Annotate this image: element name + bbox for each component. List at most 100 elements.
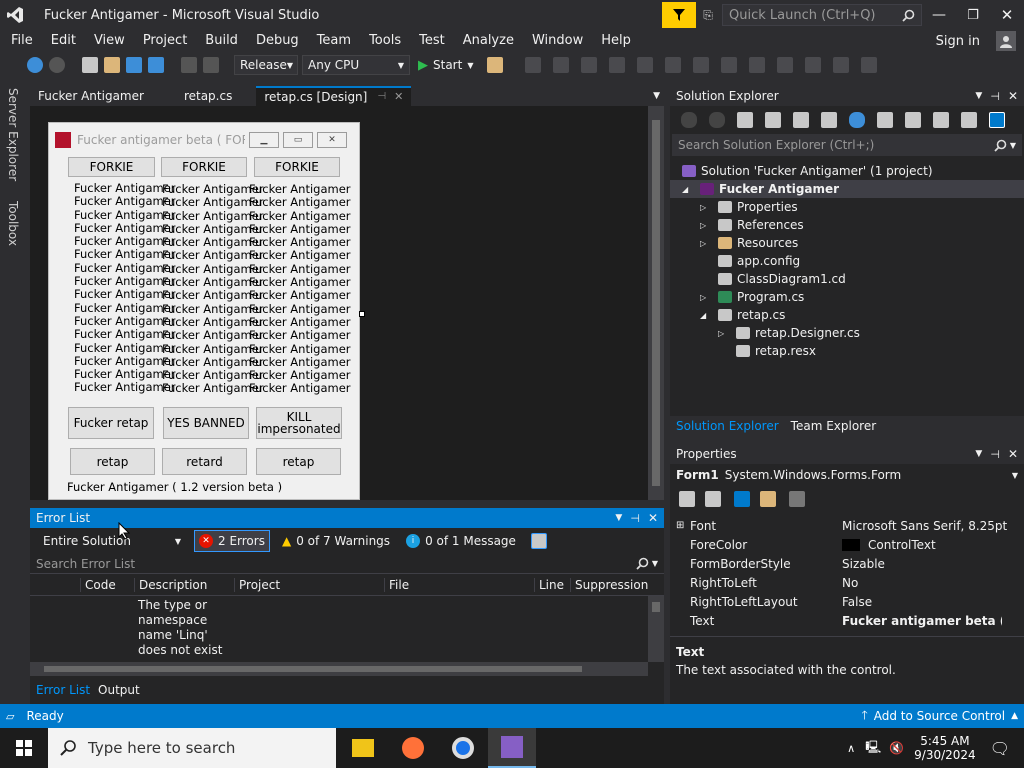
save-all-icon[interactable] <box>148 57 164 73</box>
menu-project[interactable]: Project <box>134 30 196 52</box>
feedback-icon[interactable]: ⎘ <box>696 2 720 28</box>
prop-row-text[interactable]: Text Fucker antigamer beta ( FOR <box>670 611 1024 630</box>
tab-project[interactable]: Fucker Antigamer <box>30 86 152 106</box>
prop-row-forecolor[interactable]: ForeColor ControlText <box>670 535 1024 554</box>
redo-icon[interactable] <box>203 57 219 73</box>
save-icon[interactable] <box>126 57 142 73</box>
chrome-icon[interactable] <box>452 737 474 759</box>
prop-row-righttoleft[interactable]: RightToLeft No <box>670 573 1024 592</box>
preview-icon[interactable] <box>989 112 1005 128</box>
form-close-button[interactable]: ✕ <box>317 132 347 148</box>
align-icon[interactable] <box>525 57 542 73</box>
menu-edit[interactable]: Edit <box>42 30 85 52</box>
prop-row-borderstyle[interactable]: FormBorderStyle Sizable <box>670 554 1024 573</box>
warnings-filter-button[interactable]: ▲ 0 of 7 Warnings <box>278 530 394 552</box>
tab-solution-explorer[interactable]: Solution Explorer <box>670 419 785 433</box>
add-source-control-button[interactable]: Add to Source Control <box>874 709 1005 723</box>
minimize-button[interactable]: — <box>922 7 956 23</box>
notification-filter-icon[interactable] <box>662 2 696 28</box>
menu-team[interactable]: Team <box>308 30 360 52</box>
menu-debug[interactable]: Debug <box>247 30 308 52</box>
windows-start-icon[interactable] <box>0 728 48 768</box>
tree-item-program-cs[interactable]: ▷ Program.cs <box>670 288 1024 306</box>
align-right-icon[interactable] <box>609 57 626 73</box>
tree-item-app-config[interactable]: app.config <box>670 252 1024 270</box>
back-icon[interactable] <box>27 57 43 73</box>
same-size-icon[interactable] <box>777 57 794 73</box>
align-top-icon[interactable] <box>637 57 654 73</box>
menu-file[interactable]: File <box>2 30 42 52</box>
error-search-box[interactable]: Search Error List ▼ <box>30 554 664 574</box>
sign-in-link[interactable]: Sign in <box>936 34 980 49</box>
tree-item-properties[interactable]: ▷ Properties <box>670 198 1024 216</box>
same-width-icon[interactable] <box>721 57 738 73</box>
menu-window[interactable]: Window <box>523 30 592 52</box>
scope-dropdown[interactable]: Entire Solution ▼ <box>38 531 186 551</box>
forkie-button-1[interactable]: FORKIE <box>68 157 155 177</box>
pending-changes-icon[interactable] <box>793 112 809 128</box>
designer-scrollbar[interactable] <box>648 106 664 500</box>
col-code[interactable]: Code <box>80 577 134 592</box>
prop-row-righttoleftlayout[interactable]: RightToLeftLayout False <box>670 592 1024 611</box>
menu-help[interactable]: Help <box>592 30 640 52</box>
close-icon[interactable]: ✕ <box>1008 89 1018 103</box>
forkie-button-3[interactable]: FORKIE <box>254 157 340 177</box>
property-pages-icon[interactable] <box>789 491 805 507</box>
menu-tools[interactable]: Tools <box>360 30 410 52</box>
toolbox-tab[interactable]: Toolbox <box>6 195 20 252</box>
col-project[interactable]: Project <box>234 577 384 592</box>
tree-item-resources[interactable]: ▷ Resources <box>670 234 1024 252</box>
close-tab-icon[interactable]: ✕ <box>394 89 403 105</box>
build-intellisense-filter-icon[interactable] <box>530 533 547 549</box>
col-file[interactable]: File <box>384 577 534 592</box>
clock[interactable]: 5:45 AM 9/30/2024 <box>914 734 976 762</box>
alphabetical-icon[interactable] <box>705 491 721 507</box>
solution-search-box[interactable]: Search Solution Explorer (Ctrl+;) ▼ <box>672 134 1022 156</box>
new-project-icon[interactable] <box>82 57 98 73</box>
quick-launch[interactable]: Quick Launch (Ctrl+Q) <box>722 4 922 26</box>
expand-icon[interactable]: ⊞ <box>670 520 690 531</box>
events-icon[interactable] <box>760 491 776 507</box>
home-icon[interactable] <box>737 112 753 128</box>
start-button[interactable]: ▶ Start ▼ <box>418 58 473 73</box>
dropdown-icon[interactable]: ▼ <box>975 91 982 101</box>
pin-icon[interactable]: ⊣ <box>990 90 1000 103</box>
retap-button-2[interactable]: retap <box>256 448 341 475</box>
tree-item-retap-resx[interactable]: retap.resx <box>670 342 1024 360</box>
forward-icon[interactable] <box>49 57 65 73</box>
menu-test[interactable]: Test <box>410 30 454 52</box>
tree-item-class-diagram[interactable]: ClassDiagram1.cd <box>670 270 1024 288</box>
tab-retap-cs[interactable]: retap.cs <box>176 86 240 106</box>
menu-view[interactable]: View <box>85 30 134 52</box>
maximize-button[interactable]: ❐ <box>956 8 990 23</box>
tree-item-retap-designer[interactable]: ▷ retap.Designer.cs <box>670 324 1024 342</box>
yes-banned-button[interactable]: YES BANNED <box>163 407 249 439</box>
align-middle-icon[interactable] <box>665 57 682 73</box>
align-center-icon[interactable] <box>581 57 598 73</box>
object-selector[interactable]: Form1 System.Windows.Forms.Form ▼ <box>670 464 1024 486</box>
forward-icon[interactable] <box>709 112 725 128</box>
error-table-row[interactable]: The type or namespace name 'Linq' does n… <box>30 596 664 656</box>
col-suppression[interactable]: Suppression S <box>570 577 650 592</box>
col-line[interactable]: Line <box>534 577 570 592</box>
menu-build[interactable]: Build <box>196 30 247 52</box>
pin-icon[interactable]: ⊣ <box>377 89 386 105</box>
taskbar-search-box[interactable]: Type here to search <box>48 728 336 768</box>
properties-wrench-icon[interactable] <box>961 112 977 128</box>
messages-filter-button[interactable]: i 0 of 1 Message <box>402 530 520 552</box>
same-height-icon[interactable] <box>749 57 766 73</box>
tree-item-solution[interactable]: Solution 'Fucker Antigamer' (1 project) <box>670 162 1024 180</box>
pin-icon[interactable]: ⊣ <box>630 512 640 525</box>
platform-dropdown[interactable]: Any CPU ▼ <box>302 55 410 75</box>
center-vertical-icon[interactable] <box>861 57 878 73</box>
undo-icon[interactable] <box>181 57 197 73</box>
chevron-up-icon[interactable]: ∧ <box>847 742 855 755</box>
collapse-all-icon[interactable] <box>877 112 893 128</box>
center-horizontal-icon[interactable] <box>833 57 850 73</box>
properties-view-icon[interactable] <box>734 491 750 507</box>
errors-filter-button[interactable]: ✕ 2 Errors <box>194 530 270 552</box>
back-icon[interactable] <box>681 112 697 128</box>
close-icon[interactable]: ✕ <box>1008 447 1018 461</box>
spacing-icon[interactable] <box>805 57 822 73</box>
dropdown-icon[interactable]: ▼ <box>615 513 622 523</box>
